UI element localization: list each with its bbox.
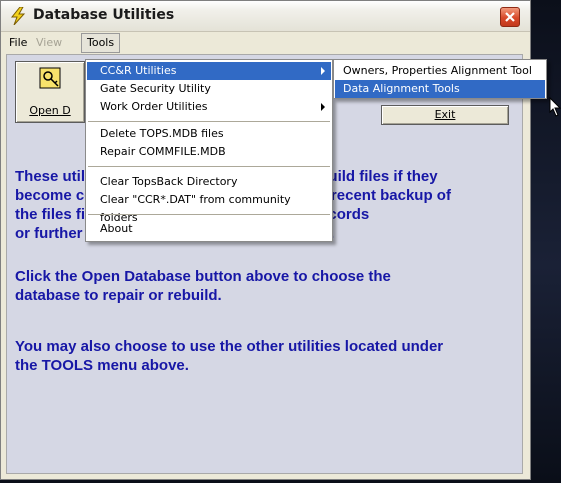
menu-item-label: Clear TopsBack Directory [100,175,238,188]
menu-item-repair-commfile[interactable]: Repair COMMFILE.MDB [87,143,331,161]
menu-item-label: CC&R Utilities [100,64,177,77]
menu-separator [88,121,330,122]
menu-item-delete-tops[interactable]: Delete TOPS.MDB files [87,125,331,143]
lightning-icon [10,7,26,25]
submenu-arrow-icon [321,67,325,75]
menu-bar: File View Tools [1,32,530,53]
menu-tools[interactable]: Tools [81,33,121,53]
open-database-label: Open D [29,104,71,117]
menu-item-label: About [100,222,133,235]
info-line: You may also choose to use the other uti… [15,338,444,355]
tools-dropdown-menu: CC&R Utilities Gate Security Utility Wor… [85,59,333,242]
open-database-button[interactable]: Open D [15,61,85,123]
menu-item-about[interactable]: About [87,220,331,238]
menu-view[interactable]: View [33,35,65,50]
menu-file[interactable]: File [6,35,30,50]
menu-item-ccr-utilities[interactable]: CC&R Utilities [87,62,331,80]
exit-label: Exit [434,108,456,121]
menu-item-clear-topsback[interactable]: Clear TopsBack Directory [87,173,331,191]
mouse-cursor-icon [549,97,561,117]
menu-item-label: Work Order Utilities [100,100,208,113]
menu-item-label: Data Alignment Tools [343,82,460,95]
info-paragraph-3: You may also choose to use the other uti… [15,337,515,375]
close-button[interactable] [500,7,520,27]
menu-item-gate-security[interactable]: Gate Security Utility [87,80,331,98]
title-bar[interactable]: Database Utilities [1,1,530,32]
info-line: database to repair or rebuild. [15,287,222,304]
menu-separator [88,214,330,215]
window-title: Database Utilities [33,7,175,23]
menu-item-owners-alignment[interactable]: Owners, Properties Alignment Tool [335,62,545,80]
info-paragraph-2: Click the Open Database button above to … [15,267,515,305]
info-line: the TOOLS menu above. [15,357,189,374]
database-key-icon [39,67,61,89]
menu-item-label: Delete TOPS.MDB files [100,127,224,140]
ccr-submenu: Owners, Properties Alignment Tool Data A… [333,59,547,99]
menu-item-label: Gate Security Utility [100,82,211,95]
menu-item-data-alignment[interactable]: Data Alignment Tools [335,80,545,98]
menu-item-label: Owners, Properties Alignment Tool [343,64,532,77]
exit-button[interactable]: Exit [381,105,509,125]
info-line: Click the Open Database button above to … [15,268,391,285]
close-icon [505,12,515,22]
submenu-arrow-icon [321,103,325,111]
menu-item-work-order[interactable]: Work Order Utilities [87,98,331,116]
menu-item-label: Repair COMMFILE.MDB [100,145,226,158]
menu-separator [88,166,330,167]
menu-item-clear-ccr-dat[interactable]: Clear "CCR*.DAT" from community folders [87,191,331,224]
